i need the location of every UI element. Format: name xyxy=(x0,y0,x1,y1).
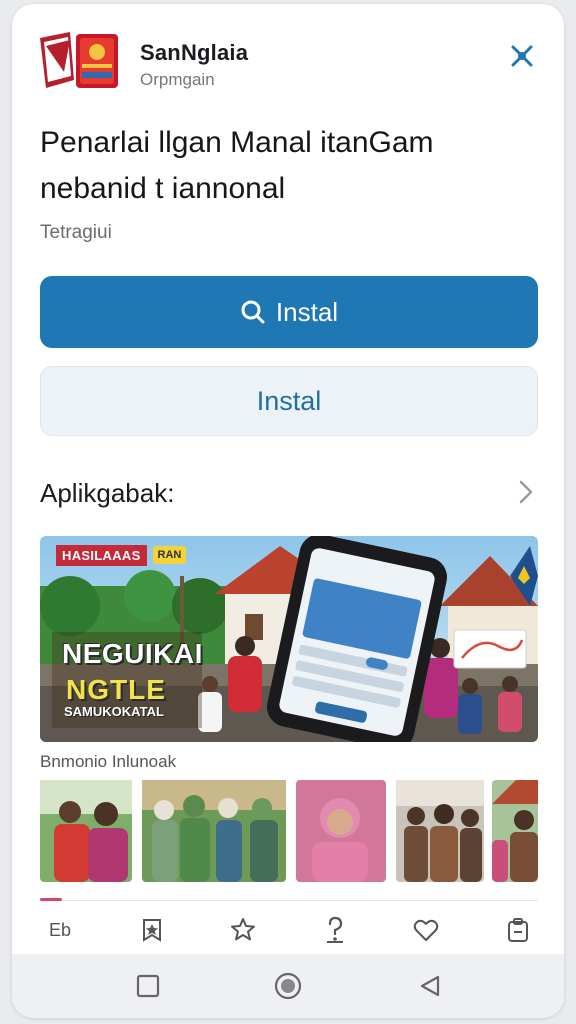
developer-subtitle: Orpmgain xyxy=(140,70,215,89)
install-secondary-label: Instal xyxy=(256,385,322,416)
hero-badge-tag: RAN xyxy=(152,546,187,564)
hero-headline: NEGUIKAI xyxy=(62,638,203,669)
screenshot-thumb-1 xyxy=(40,780,132,882)
search-icon xyxy=(241,300,265,324)
hero-small-text: SAMUKOKATAL xyxy=(64,704,164,719)
nav-item-featured[interactable] xyxy=(132,910,172,950)
screenshot-thumb-3 xyxy=(296,780,386,882)
home-button[interactable] xyxy=(270,968,306,1004)
clipboard-icon xyxy=(507,918,528,942)
square-icon xyxy=(136,974,160,998)
app-title-line-1: Penarlai llgan Manal itanGam xyxy=(40,126,434,159)
screenshot-thumb-5 xyxy=(492,780,538,882)
nav-item-apps[interactable]: Eb xyxy=(40,910,80,950)
nav-item-help[interactable] xyxy=(315,910,355,950)
screenshot-thumb-4 xyxy=(396,780,484,882)
screenshots-label: Bnmonio Inlunoak xyxy=(40,752,177,771)
bottom-nav: Eb xyxy=(40,908,538,952)
app-title: Penarlai llgan Manal itanGam nebanid t i… xyxy=(40,120,540,212)
nav-item-favorites[interactable] xyxy=(223,910,263,950)
nav-item-wishlist[interactable] xyxy=(406,910,446,950)
back-triangle-icon xyxy=(420,975,440,997)
developer-logo xyxy=(40,32,118,88)
section-header[interactable]: Aplikgabak: xyxy=(40,474,540,514)
recents-button[interactable] xyxy=(130,968,166,1004)
back-button[interactable] xyxy=(412,968,448,1004)
screenshot-thumb-2 xyxy=(142,780,286,882)
star-icon xyxy=(231,918,256,941)
help-icon xyxy=(326,916,343,943)
install-button-label: Instal xyxy=(275,296,339,327)
hero-screenshot[interactable]: HASILAAAS RAN NEGUIKAI NGTLE SAMUKOKATAL xyxy=(40,536,538,742)
heart-icon xyxy=(414,919,439,941)
app-header: SanNglaia Orpmgain xyxy=(40,28,540,98)
app-title-line-2: nebanid t iannonal xyxy=(40,172,286,205)
close-icon xyxy=(511,45,533,67)
app-store-sheet: SanNglaia Orpmgain Penarlai llgan Manal … xyxy=(12,4,564,1018)
hero-badge-text: HASILAAAS xyxy=(56,544,147,566)
section-title: Aplikgabak: xyxy=(40,478,175,508)
hero-headline-2: NGTLE xyxy=(66,674,166,705)
home-circle-icon xyxy=(274,972,302,1000)
developer-name: SanNglaia xyxy=(140,40,249,65)
divider xyxy=(40,900,538,901)
screenshots-strip[interactable] xyxy=(40,780,538,882)
install-secondary-button[interactable]: Instal xyxy=(40,366,538,436)
app-meta: Tetragiui xyxy=(40,222,112,243)
chevron-right-icon xyxy=(519,480,533,504)
nav-item-library[interactable] xyxy=(498,910,538,950)
close-button[interactable] xyxy=(506,40,538,72)
hero-badge: HASILAAAS RAN xyxy=(48,542,194,568)
nav-apps-label: Eb xyxy=(48,919,72,940)
badge-star-icon xyxy=(142,919,161,942)
system-nav-bar xyxy=(12,954,564,1018)
install-button[interactable]: Instal xyxy=(40,276,538,348)
scroll-indicator xyxy=(40,898,62,901)
